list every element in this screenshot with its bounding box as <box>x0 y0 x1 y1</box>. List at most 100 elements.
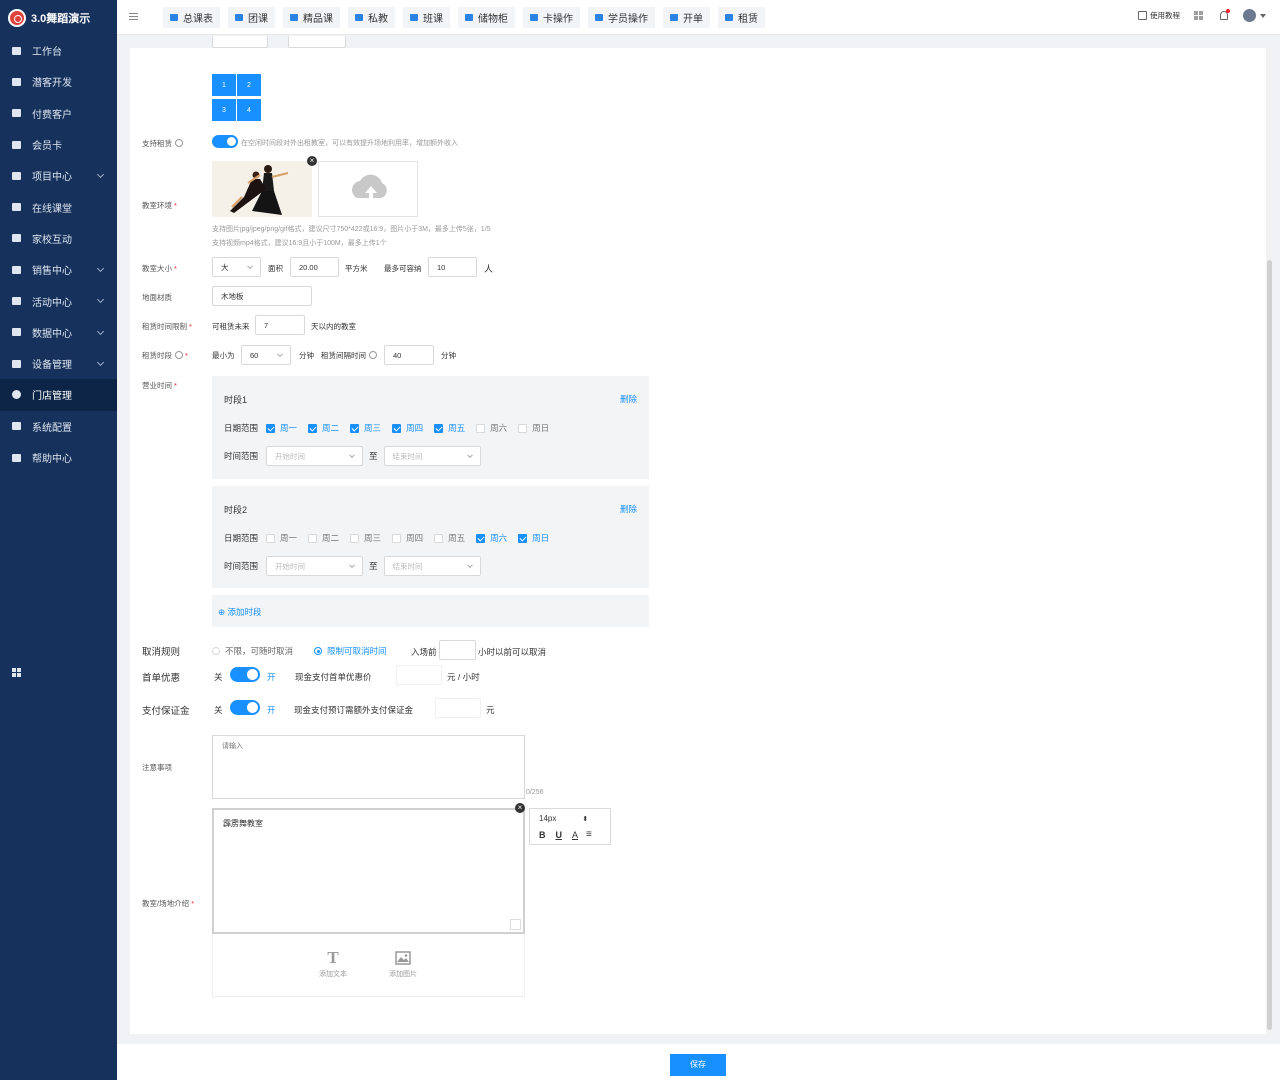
sidebar-item-0[interactable]: 工作台 <box>0 35 117 66</box>
quick-tab-3[interactable]: 私教 <box>348 7 395 28</box>
quick-tab-4[interactable]: 班课 <box>403 7 450 28</box>
weekday-checkbox[interactable]: 周五 <box>434 422 476 434</box>
quick-tab-2[interactable]: 精品课 <box>283 7 340 28</box>
align-icon[interactable]: ≡ <box>586 829 592 840</box>
weekday-checkbox[interactable]: 周二 <box>308 532 350 544</box>
tile-4[interactable]: 4 <box>237 99 261 121</box>
app-logo[interactable]: 3.0舞蹈演示 <box>0 0 117 35</box>
cancel-label: 取消规则 <box>142 647 181 658</box>
cancel-hours-input[interactable] <box>439 640 476 660</box>
intro-content[interactable]: 霹雳舞教室 <box>223 818 263 829</box>
weekday-checkbox[interactable]: 周日 <box>518 422 560 434</box>
sidebar-item-10[interactable]: 设备管理 <box>0 348 117 379</box>
end-time-picker[interactable]: 结束时间 <box>383 446 481 466</box>
tutorial-link[interactable]: 使用教程 <box>1150 10 1180 21</box>
weekday-checkbox[interactable]: 周五 <box>434 532 476 544</box>
sidebar-item-13[interactable]: 帮助中心 <box>0 442 117 473</box>
weekday-checkbox[interactable]: 周日 <box>518 532 560 544</box>
tile-3[interactable]: 3 <box>212 99 236 121</box>
font-size-select[interactable]: 14px ⬍ <box>539 814 588 823</box>
weekday-checkbox[interactable]: 周四 <box>392 422 434 434</box>
sidebar-item-9[interactable]: 数据中心 <box>0 317 117 348</box>
tile-2[interactable]: 2 <box>237 74 261 96</box>
notification-bell-icon[interactable] <box>1220 9 1230 20</box>
remove-block-icon[interactable]: × <box>515 803 525 813</box>
qrcode-icon[interactable] <box>1194 11 1203 20</box>
start-time-picker[interactable]: 开始时间 <box>266 556 364 576</box>
slot-delete-button[interactable]: 删除 <box>620 393 637 405</box>
help-circle-icon[interactable] <box>175 139 183 147</box>
deposit-toggle[interactable] <box>230 700 260 715</box>
rent-min-select[interactable]: 60 <box>241 345 291 365</box>
sidebar-item-5[interactable]: 在线课堂 <box>0 191 117 222</box>
end-time-picker[interactable]: 结束时间 <box>383 556 481 576</box>
first-order-toggle[interactable] <box>230 667 260 682</box>
weekday-checkbox[interactable]: 周三 <box>350 532 392 544</box>
environment-photo[interactable] <box>212 161 312 217</box>
capacity-input[interactable]: 10 <box>428 257 477 277</box>
resize-handle-icon[interactable] <box>510 919 521 930</box>
date-range-label: 日期范围 <box>224 423 259 433</box>
area-input[interactable]: 20.00 <box>290 257 339 277</box>
rent-interval-input[interactable]: 40 <box>384 345 434 365</box>
caret-down-icon[interactable] <box>1260 13 1266 18</box>
avatar[interactable] <box>1243 9 1256 22</box>
intro-text-block[interactable]: 霹雳舞教室 <box>212 808 525 934</box>
remove-photo-icon[interactable]: × <box>307 156 317 166</box>
sidebar-item-12[interactable]: 系统配置 <box>0 411 117 442</box>
sidebar-item-6[interactable]: 家校互动 <box>0 223 117 254</box>
sidebar-item-3[interactable]: 会员卡 <box>0 129 117 160</box>
help-circle-icon[interactable] <box>175 351 183 359</box>
weekday-checkbox[interactable]: 周六 <box>476 422 518 434</box>
quick-tab-1[interactable]: 团课 <box>228 7 275 28</box>
weekday-checkbox[interactable]: 周一 <box>266 532 308 544</box>
notes-textarea[interactable] <box>212 735 525 799</box>
sidebar-item-2[interactable]: 付费客户 <box>0 98 117 129</box>
sidebar-item-7[interactable]: 销售中心 <box>0 254 117 285</box>
first-order-price-input[interactable] <box>396 665 442 685</box>
partial-field[interactable] <box>212 36 268 48</box>
add-slot-button[interactable]: ⊕ 添加时段 <box>218 606 262 618</box>
apps-grid-icon[interactable] <box>12 668 21 677</box>
size-label: 教室大小 * <box>142 264 177 273</box>
tile-1[interactable]: 1 <box>212 74 236 96</box>
quick-tab-9[interactable]: 租赁 <box>718 7 765 28</box>
quick-tab-5[interactable]: 储物柜 <box>458 7 515 28</box>
save-button[interactable]: 保存 <box>670 1054 726 1076</box>
sidebar-item-4[interactable]: 项目中心 <box>0 160 117 191</box>
quick-tab-6[interactable]: 卡操作 <box>523 7 580 28</box>
chevron-down-icon <box>96 296 105 304</box>
weekday-checkbox[interactable]: 周二 <box>308 422 350 434</box>
rental-toggle[interactable] <box>212 135 238 148</box>
upload-area[interactable] <box>318 161 418 217</box>
sidebar-item-label: 付费客户 <box>32 109 72 121</box>
cancel-option-unlimited[interactable]: 不限，可随时取消 <box>212 645 293 657</box>
size-select[interactable]: 大 <box>212 257 261 277</box>
quick-tab-7[interactable]: 学员操作 <box>588 7 655 28</box>
weekday-checkbox[interactable]: 周一 <box>266 422 308 434</box>
add-text-button[interactable]: T 添加文本 <box>310 948 356 979</box>
rent-limit-input[interactable]: 7 <box>255 315 305 335</box>
partial-field[interactable] <box>288 36 346 48</box>
slot-delete-button[interactable]: 删除 <box>620 503 637 515</box>
sidebar-item-11[interactable]: 门店管理 <box>0 379 117 411</box>
cancel-option-limited[interactable]: 限制可取消时间 <box>314 645 387 657</box>
time-slot-panel: 时段1 删除 日期范围 周一 周二 周三 周四 周五 周六 周日 时间范围 开始时间 至 结… <box>212 376 649 479</box>
floor-input[interactable]: 木地板 <box>212 286 312 306</box>
text-color-button[interactable]: A <box>572 830 578 840</box>
add-image-button[interactable]: 添加图片 <box>380 948 426 979</box>
quick-tab-0[interactable]: 总课表 <box>163 7 220 28</box>
scrollbar-thumb[interactable] <box>1267 260 1272 1030</box>
bold-button[interactable]: B <box>539 830 546 840</box>
deposit-amount-input[interactable] <box>435 698 481 718</box>
weekday-checkbox[interactable]: 周六 <box>476 532 518 544</box>
start-time-picker[interactable]: 开始时间 <box>266 446 364 466</box>
underline-button[interactable]: U <box>556 830 563 840</box>
weekday-checkbox[interactable]: 周三 <box>350 422 392 434</box>
sidebar-item-8[interactable]: 活动中心 <box>0 285 117 316</box>
help-circle-icon[interactable] <box>369 351 377 359</box>
quick-tab-8[interactable]: 开单 <box>663 7 710 28</box>
menu-toggle-icon[interactable] <box>129 13 138 20</box>
sidebar-item-1[interactable]: 潜客开发 <box>0 66 117 97</box>
weekday-checkbox[interactable]: 周四 <box>392 532 434 544</box>
